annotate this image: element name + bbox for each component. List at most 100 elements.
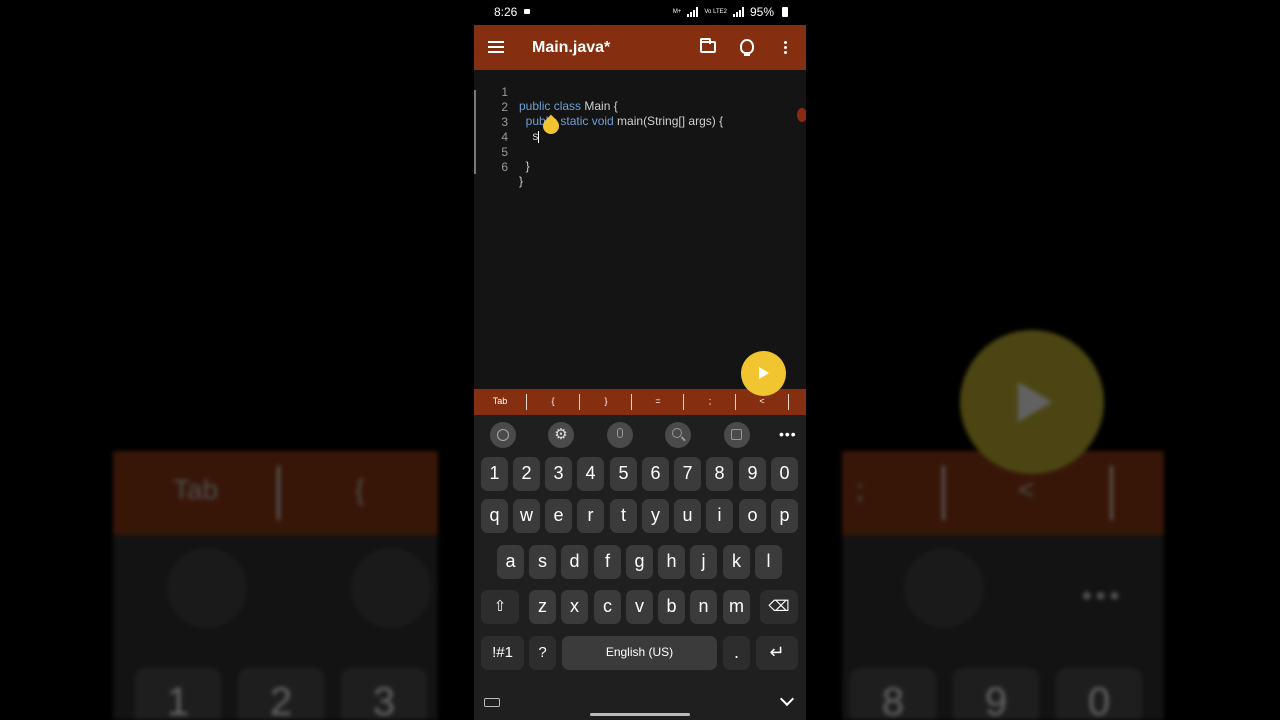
file-title: Main.java* (532, 39, 611, 56)
code-text: public class Main { (519, 99, 618, 113)
bg-key: 3 (341, 668, 427, 720)
shift-key[interactable]: ⇧ (481, 590, 519, 624)
keyboard-switch-icon[interactable] (484, 698, 500, 707)
key-z[interactable]: z (529, 590, 556, 624)
bg-separator (942, 466, 945, 520)
chevron-down-icon[interactable] (779, 691, 795, 707)
symbol-key-equals[interactable]: = (632, 396, 684, 406)
line-number: 6 (501, 160, 508, 174)
code-text: s (519, 129, 540, 143)
key-6[interactable]: 6 (642, 457, 669, 491)
bg-brace-label: { (355, 474, 365, 505)
volte-label: Vo LTE2 (704, 9, 727, 15)
battery-percent: 95% (749, 5, 774, 19)
code-keyword: public class (519, 99, 582, 113)
key-d[interactable]: d (561, 545, 588, 579)
enter-key[interactable]: ↵ (756, 636, 798, 670)
key-h[interactable]: h (658, 545, 685, 579)
edge-indicator (797, 108, 806, 122)
key-1[interactable]: 1 (481, 457, 508, 491)
key-3[interactable]: 3 (545, 457, 572, 491)
background-blur-left: Tab { 1 2 3 (113, 0, 438, 720)
code-line: 2 public static void main(String[] args)… (474, 86, 723, 128)
key-m[interactable]: m (723, 590, 750, 624)
backspace-key[interactable]: ⌫ (760, 590, 798, 624)
bg-emoji-circle (167, 548, 247, 628)
key-e[interactable]: e (545, 499, 572, 533)
key-v[interactable]: v (626, 590, 653, 624)
symbols-key[interactable]: !#1 (481, 636, 524, 670)
text-cursor (538, 130, 540, 143)
folder-icon[interactable] (700, 38, 716, 53)
key-t[interactable]: t (610, 499, 637, 533)
translate-icon[interactable] (724, 422, 750, 448)
key-f[interactable]: f (594, 545, 621, 579)
bg-symbol-band (113, 451, 438, 535)
run-button[interactable] (741, 351, 786, 396)
bg-translate-circle (904, 548, 984, 628)
key-2[interactable]: 2 (513, 457, 540, 491)
code-line: 6 } (474, 146, 523, 188)
app-bar: Main.java* (474, 25, 806, 70)
space-bar[interactable]: English (US) (562, 636, 717, 670)
key-5[interactable]: 5 (610, 457, 637, 491)
key-x[interactable]: x (561, 590, 588, 624)
key-r[interactable]: r (577, 499, 604, 533)
period-key[interactable]: . (723, 636, 750, 670)
code-keyword: public static void (525, 114, 614, 128)
key-y[interactable]: y (642, 499, 669, 533)
search-icon[interactable] (665, 422, 691, 448)
key-i[interactable]: i (706, 499, 733, 533)
home-indicator[interactable] (590, 713, 690, 716)
symbol-key-lbrace[interactable]: { (527, 396, 579, 406)
more-horiz-icon[interactable]: ••• (779, 426, 797, 442)
line-number: 2 (501, 100, 508, 114)
symbol-key-tab[interactable]: Tab (474, 396, 526, 406)
key-0[interactable]: 0 (771, 457, 798, 491)
microphone-icon[interactable] (607, 422, 633, 448)
question-key[interactable]: ? (529, 636, 556, 670)
code-text: } (525, 159, 530, 173)
key-4[interactable]: 4 (577, 457, 604, 491)
lightbulb-icon[interactable] (740, 39, 754, 56)
key-j[interactable]: j (690, 545, 717, 579)
bg-gear-circle (351, 548, 431, 628)
key-q[interactable]: q (481, 499, 508, 533)
symbol-key-semicolon[interactable]: ; (684, 396, 736, 406)
key-l[interactable]: l (755, 545, 782, 579)
key-b[interactable]: b (658, 590, 685, 624)
bg-key: 2 (238, 668, 324, 720)
navigation-bar (474, 684, 806, 720)
key-w[interactable]: w (513, 499, 540, 533)
key-9[interactable]: 9 (739, 457, 766, 491)
phone-screen: 8:26 M+ Vo LTE2 95% Main.java* 1 public … (474, 0, 806, 720)
key-o[interactable]: o (739, 499, 766, 533)
hamburger-menu-icon[interactable] (488, 41, 504, 56)
key-a[interactable]: a (497, 545, 524, 579)
symbol-separator (788, 394, 789, 410)
key-s[interactable]: s (529, 545, 556, 579)
play-icon (759, 367, 769, 379)
code-rest: Main { (581, 99, 618, 113)
code-editor[interactable]: 1 public class Main { 2 public static vo… (474, 70, 806, 388)
symbol-key-rbrace[interactable]: } (580, 396, 632, 406)
settings-gear-icon[interactable]: ⚙ (548, 422, 574, 448)
symbol-key-lt[interactable]: < (736, 396, 788, 406)
key-k[interactable]: k (723, 545, 750, 579)
bg-lt-label: < (1018, 474, 1035, 505)
key-u[interactable]: u (674, 499, 701, 533)
code-rest: main(String[] args) { (613, 114, 724, 128)
key-8[interactable]: 8 (706, 457, 733, 491)
key-n[interactable]: n (690, 590, 717, 624)
more-vert-icon[interactable] (784, 41, 787, 56)
code-line: 5 } (474, 131, 529, 173)
key-g[interactable]: g (626, 545, 653, 579)
bg-key: 0 (1056, 668, 1142, 720)
status-icons: M+ Vo LTE2 95% (673, 5, 788, 19)
key-c[interactable]: c (594, 590, 621, 624)
bg-separator (277, 466, 280, 520)
key-7[interactable]: 7 (674, 457, 701, 491)
key-p[interactable]: p (771, 499, 798, 533)
bg-key: 9 (953, 668, 1039, 720)
emoji-icon[interactable] (490, 422, 516, 448)
